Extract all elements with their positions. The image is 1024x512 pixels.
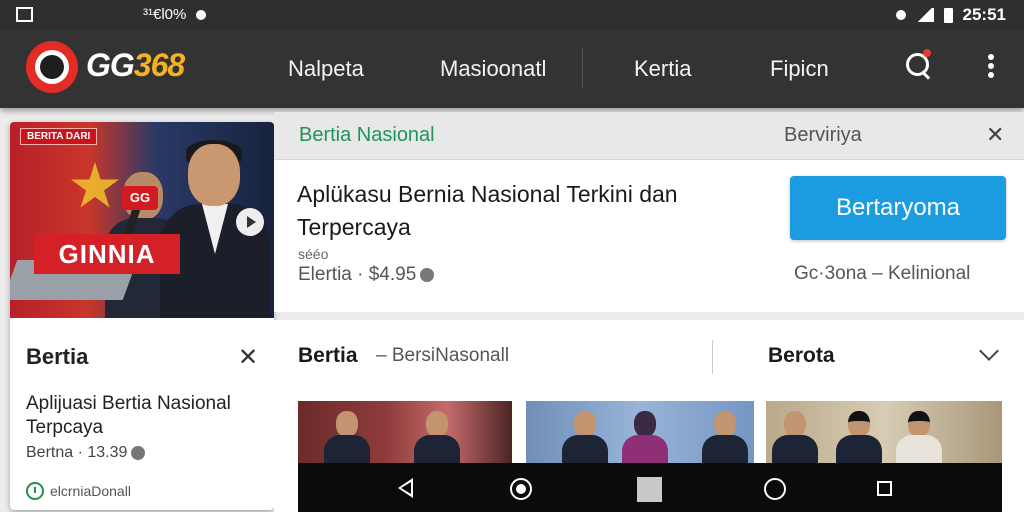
- system-navigation-bar: [298, 463, 1002, 512]
- promo-right-meta: Gc·3ona – Kelinional: [794, 263, 971, 284]
- nav-divider: [582, 48, 583, 88]
- alarm-icon: [895, 10, 906, 20]
- circle-icon[interactable]: [764, 478, 786, 500]
- tab-strip: Bertia Nasional Berviriya ✕: [274, 112, 1024, 160]
- close-icon[interactable]: ✕: [238, 343, 258, 372]
- brand-name[interactable]: GG368: [86, 47, 185, 84]
- thumbnail-figure: [836, 411, 882, 463]
- recent-apps-icon[interactable]: [877, 481, 892, 496]
- section-divider: [712, 340, 713, 374]
- photo-tag: BERITA DARI: [20, 128, 98, 145]
- wifi-signal-icon: [915, 8, 934, 22]
- section-right-heading[interactable]: Berota: [768, 344, 835, 368]
- notification-badge: [923, 49, 931, 57]
- thumbnail-figure: [896, 411, 942, 463]
- promo-subtitle: sééo: [298, 246, 329, 262]
- coin-icon: [420, 268, 435, 282]
- thumbnail-figure: [772, 411, 818, 463]
- back-icon[interactable]: [398, 478, 413, 498]
- tab-bertia-nasional[interactable]: Bertia Nasional: [299, 124, 435, 147]
- thumbnail-figure: [414, 411, 460, 463]
- photo-banner: GINNIA: [34, 234, 180, 274]
- promo-meta: Elertia · $4.95: [298, 264, 435, 286]
- install-button[interactable]: Bertaryoma: [790, 176, 1006, 240]
- section-heading: Bertia: [298, 344, 358, 367]
- battery-icon: [943, 7, 953, 23]
- card-title[interactable]: Aplijuasi Bertia Nasional Terpcaya: [26, 392, 256, 440]
- thumbnail-figure: [702, 411, 748, 463]
- home-icon[interactable]: [510, 478, 532, 500]
- status-left-text: ³¹€l0%: [143, 6, 187, 23]
- play-icon[interactable]: [236, 208, 264, 236]
- thumbnail-figure: [622, 411, 668, 463]
- card-meta: Bertna · 13.39: [26, 444, 146, 462]
- chevron-down-icon[interactable]: [979, 341, 999, 361]
- news-thumbnail[interactable]: [526, 401, 754, 463]
- app-bar: GG368 Nalpeta Masioonatl Kertia Fipicn: [0, 30, 1024, 108]
- nav-item-4[interactable]: Fipicn: [770, 56, 829, 82]
- nav-item-3[interactable]: Kertia: [634, 56, 691, 82]
- image-notification-icon: [16, 7, 33, 22]
- news-thumbnail[interactable]: [298, 401, 512, 463]
- coin-icon: [131, 446, 146, 460]
- card-meta-text: Bertna · 13.39: [26, 444, 128, 461]
- promo-meta-text: Elertia · $4.95: [298, 264, 417, 285]
- status-time: 25:51: [962, 5, 1006, 24]
- stop-icon[interactable]: [637, 477, 662, 502]
- promo-title: Aplükasu Bernia Nasional Terkini dan Ter…: [297, 181, 678, 240]
- thumbnail-figure: [562, 411, 608, 463]
- app-logo-icon[interactable]: [26, 41, 78, 93]
- card-heading: Bertia: [26, 344, 89, 369]
- news-thumbnail[interactable]: [766, 401, 1002, 463]
- card-footer: elcrniaDonall: [26, 482, 131, 500]
- nav-item-2[interactable]: Masioonatl: [440, 56, 546, 82]
- brand-name-white: GG: [86, 47, 135, 83]
- section-subheading: – BersiNasonall: [376, 345, 510, 366]
- thumbnail-figure: [324, 411, 370, 463]
- brand-name-yellow: 368: [133, 47, 185, 83]
- card-footer-text: elcrniaDonall: [50, 483, 131, 499]
- news-photo[interactable]: GG BERITA DARI GINNIA: [10, 122, 274, 318]
- more-options-icon[interactable]: [988, 54, 996, 80]
- tab-secondary[interactable]: Berviriya: [784, 124, 862, 147]
- status-bar: ³¹€l0% 25:51: [0, 0, 1024, 30]
- clock-icon: [26, 482, 44, 500]
- nav-item-1[interactable]: Nalpeta: [288, 56, 364, 82]
- search-icon[interactable]: [906, 49, 932, 79]
- app-promo: Aplükasu Bernia Nasional Terkini dan Ter…: [274, 160, 1024, 312]
- news-card[interactable]: GG BERITA DARI GINNIA Bertia ✕ Aplijuasi…: [10, 122, 274, 510]
- microphone-logo: GG: [122, 186, 158, 210]
- close-icon[interactable]: ✕: [986, 122, 1004, 148]
- notification-dot-icon: [196, 9, 207, 20]
